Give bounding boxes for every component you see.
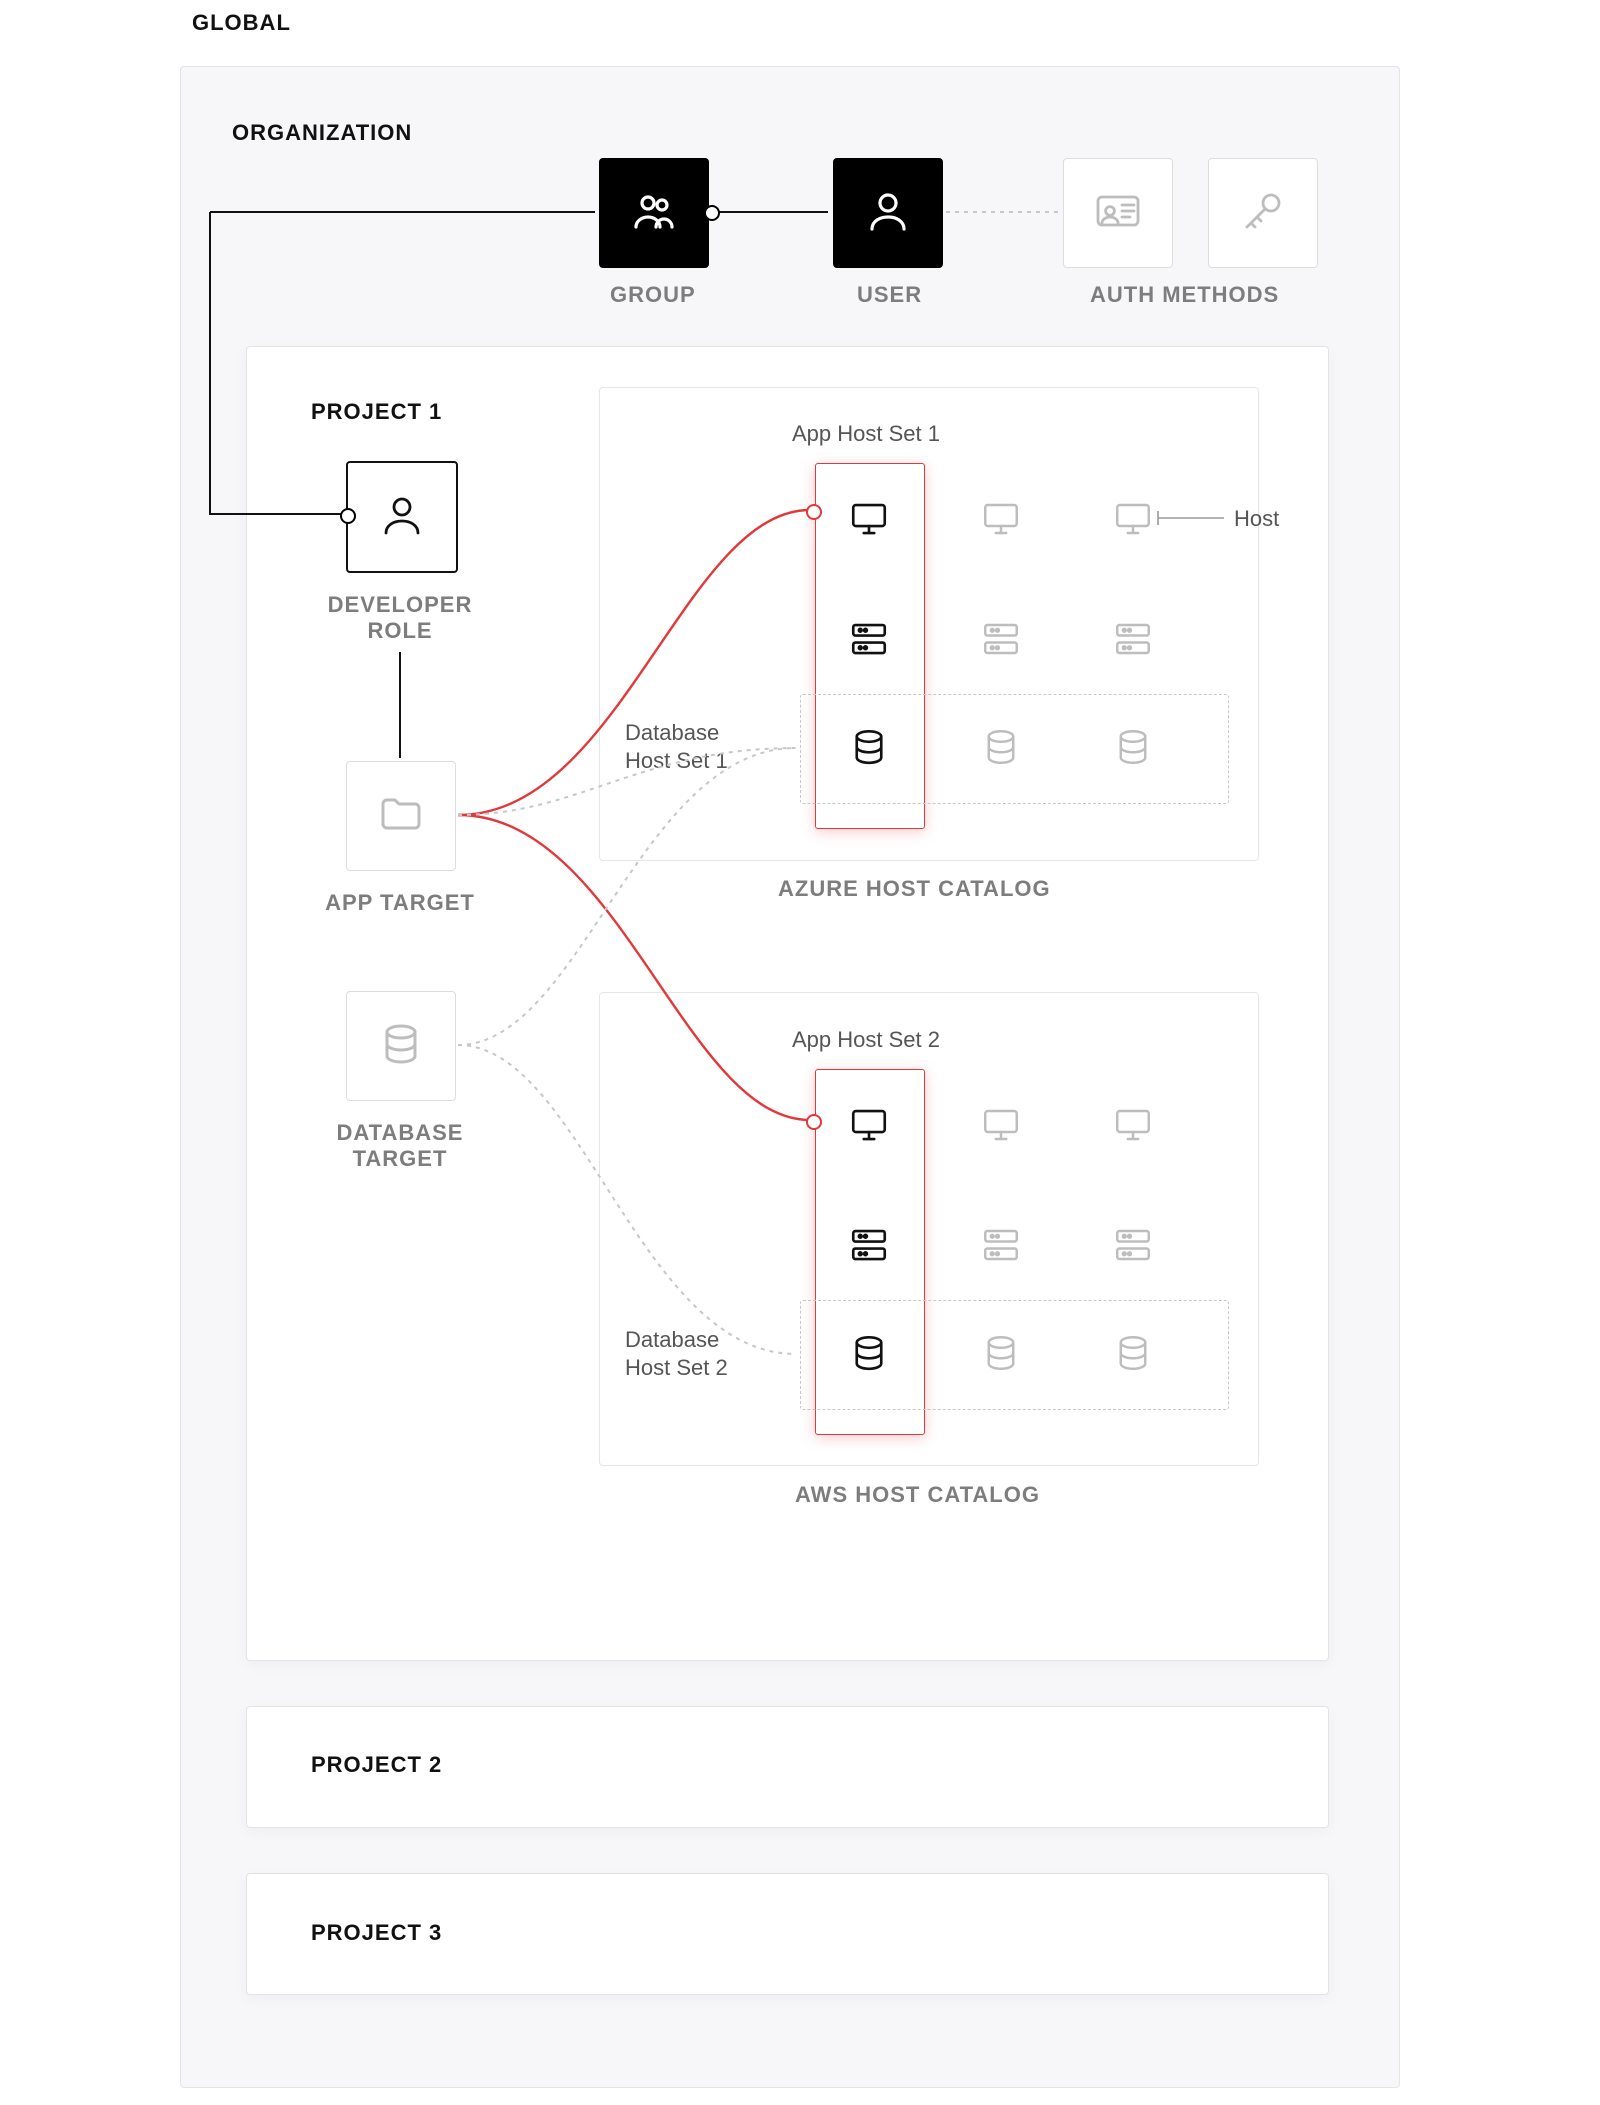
db-host-set1-l1: Database [625, 720, 719, 746]
server-icon [1112, 618, 1154, 660]
monitor-icon [1112, 1104, 1154, 1146]
db-target-label-2: TARGET [323, 1146, 477, 1172]
group-box [599, 158, 709, 268]
azure-catalog-label: AZURE HOST CATALOG [778, 876, 1051, 902]
global-label: GLOBAL [192, 10, 291, 36]
connector-dot [340, 508, 356, 524]
db-target-label-1: DATABASE [323, 1120, 477, 1146]
database-icon [980, 726, 1022, 768]
database-icon [848, 1332, 890, 1374]
server-icon [848, 1224, 890, 1266]
organization-label: ORGANIZATION [232, 120, 412, 146]
db-host-set1-l2: Host Set 1 [625, 748, 728, 774]
auth-methods-label: AUTH METHODS [1090, 282, 1279, 308]
user-icon [864, 187, 912, 240]
folder-icon [377, 790, 425, 843]
developer-role-box [346, 461, 458, 573]
db-host-set2-l2: Host Set 2 [625, 1355, 728, 1381]
server-icon [848, 618, 890, 660]
database-icon [848, 726, 890, 768]
auth-method-idcard-box [1063, 158, 1173, 268]
group-label: GROUP [610, 282, 696, 308]
app-target-label: APP TARGET [325, 890, 475, 916]
server-icon [980, 618, 1022, 660]
database-target-box [346, 991, 456, 1101]
monitor-icon [848, 498, 890, 540]
monitor-icon [980, 498, 1022, 540]
monitor-icon [848, 1104, 890, 1146]
user-label: USER [857, 282, 922, 308]
app-host-set2-label: App Host Set 2 [792, 1027, 940, 1053]
project1-label: PROJECT 1 [311, 399, 442, 425]
host-label: Host [1234, 506, 1279, 532]
connector-dot [806, 504, 822, 520]
server-icon [1112, 1224, 1154, 1266]
database-icon [1112, 726, 1154, 768]
app-target-box [346, 761, 456, 871]
aws-catalog-label: AWS HOST CATALOG [795, 1482, 1040, 1508]
connector-dot [806, 1114, 822, 1130]
app-host-set1-label: App Host Set 1 [792, 421, 940, 447]
server-icon [980, 1224, 1022, 1266]
auth-method-key-box [1208, 158, 1318, 268]
project2-label: PROJECT 2 [311, 1752, 442, 1778]
group-icon [630, 187, 678, 240]
key-icon [1239, 187, 1287, 240]
database-icon [1112, 1332, 1154, 1374]
project3-label: PROJECT 3 [311, 1920, 442, 1946]
user-icon [378, 491, 426, 544]
connector-dot [704, 205, 720, 221]
database-icon [377, 1020, 425, 1073]
database-icon [980, 1332, 1022, 1374]
id-card-icon [1094, 187, 1142, 240]
dev-role-label-2: ROLE [323, 618, 477, 644]
dev-role-label-1: DEVELOPER [323, 592, 477, 618]
monitor-icon [1112, 498, 1154, 540]
user-box [833, 158, 943, 268]
monitor-icon [980, 1104, 1022, 1146]
db-host-set2-l1: Database [625, 1327, 719, 1353]
